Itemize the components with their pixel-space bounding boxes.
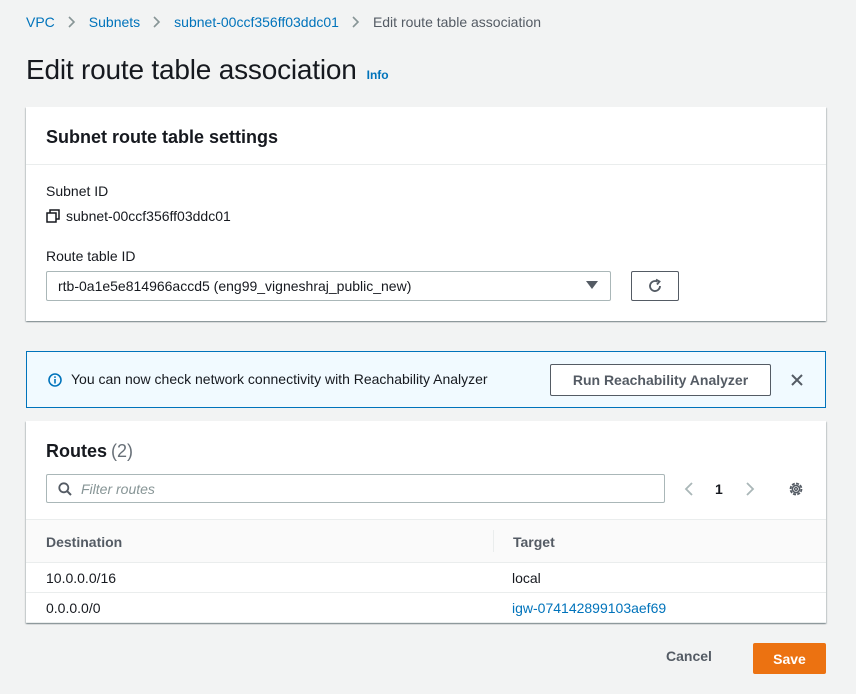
refresh-icon [647,278,663,294]
routes-table-header: Destination Target [26,519,826,563]
routes-heading: Routes (2) [46,441,133,462]
routes-panel: Routes(2) 1 Destination Target 10.0.0.0/… [26,421,826,623]
close-icon[interactable] [789,372,805,388]
table-row: 0.0.0.0/0 igw-074142899103aef69 [26,593,826,623]
column-divider [493,530,494,552]
caret-down-icon [586,281,598,289]
filter-routes-field[interactable] [46,474,665,503]
route-table-id-label: Route table ID [46,248,136,264]
route-table-select[interactable]: rtb-0a1e5e814966accd5 (eng99_vigneshraj_… [46,271,611,301]
route-target: local [512,570,541,586]
copy-icon[interactable] [46,209,60,223]
page-title: Edit route table association [26,54,357,85]
run-reachability-analyzer-button[interactable]: Run Reachability Analyzer [550,364,771,396]
column-header-destination[interactable]: Destination [46,534,122,550]
subnet-route-table-settings-panel: Subnet route table settings Subnet ID su… [26,107,826,321]
info-icon [48,373,62,387]
filter-routes-input[interactable] [81,480,601,497]
refresh-button[interactable] [631,271,679,301]
chevron-right-icon[interactable] [744,481,756,497]
breadcrumb-current: Edit route table association [372,14,542,30]
chevron-right-icon [153,16,161,28]
cancel-button[interactable]: Cancel [666,648,712,668]
search-icon [58,481,72,496]
subnet-id-value-row: subnet-00ccf356ff03ddc01 [46,208,231,224]
table-row: 10.0.0.0/16 local [26,563,826,593]
subnet-id-label: Subnet ID [46,183,109,199]
chevron-right-icon [352,16,360,28]
info-link[interactable]: Info [367,68,389,82]
page-number[interactable]: 1 [715,481,723,497]
reachability-info-alert: You can now check network connectivity w… [26,351,826,408]
gear-icon[interactable] [787,480,805,498]
alert-message: You can now check network connectivity w… [71,371,488,387]
breadcrumb-subnet-link[interactable]: subnet-00ccf356ff03ddc01 [174,14,339,30]
breadcrumb: VPC Subnets subnet-00ccf356ff03ddc01 Edi… [26,12,541,32]
route-destination: 10.0.0.0/16 [46,570,117,586]
chevron-left-icon[interactable] [683,481,695,497]
subnet-id-value: subnet-00ccf356ff03ddc01 [66,208,231,224]
page-header: Edit route table association Info [26,54,389,86]
breadcrumb-subnets-link[interactable]: Subnets [89,14,140,30]
save-button[interactable]: Save [753,643,826,674]
column-header-target[interactable]: Target [513,534,555,550]
breadcrumb-vpc-link[interactable]: VPC [26,14,55,30]
routes-count: (2) [111,441,134,461]
route-target-link[interactable]: igw-074142899103aef69 [512,600,666,616]
route-destination: 0.0.0.0/0 [46,600,101,616]
chevron-right-icon [68,16,76,28]
route-table-selected-value: rtb-0a1e5e814966accd5 (eng99_vigneshraj_… [58,278,412,294]
routes-title: Routes [46,441,108,461]
panel-title: Subnet route table settings [26,107,826,165]
